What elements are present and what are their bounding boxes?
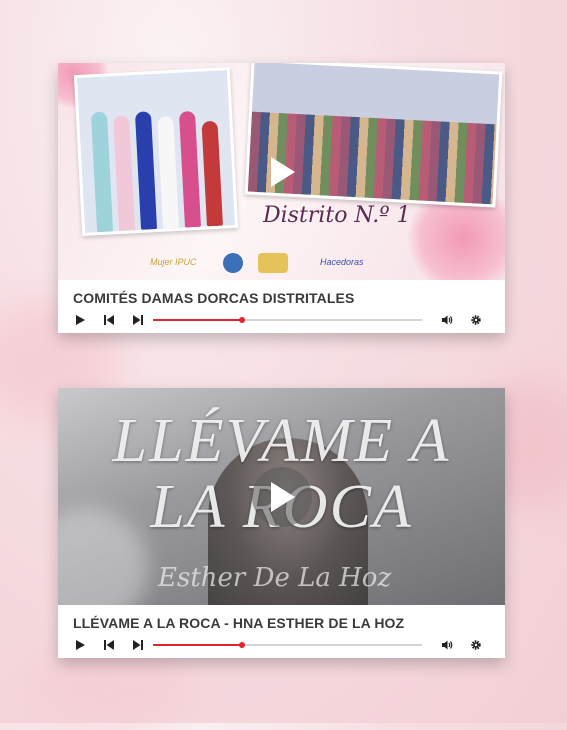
play-icon <box>270 156 295 187</box>
progress-fill <box>153 644 242 646</box>
person-figure <box>178 110 201 228</box>
person-figure <box>157 116 180 229</box>
player-info-bar: LLÉVAME A LA ROCA - HNA ESTHER DE LA HOZ <box>58 605 505 658</box>
next-track-icon <box>133 640 143 650</box>
video-player-1: Distrito N.º 1 Mujer IPUC Hacedoras COMI… <box>58 63 505 333</box>
volume-button[interactable] <box>439 637 455 653</box>
play-icon <box>270 481 295 512</box>
progress-slider[interactable] <box>153 317 422 323</box>
settings-button[interactable] <box>468 637 484 653</box>
progress-handle[interactable] <box>238 317 245 323</box>
previous-track-icon <box>104 640 114 650</box>
play-overlay-button[interactable] <box>252 142 312 202</box>
settings-button[interactable] <box>468 312 484 328</box>
previous-button[interactable] <box>101 637 117 653</box>
video-player-2: LLÉVAME A LA ROCA Esther De La Hoz LLÉVA… <box>58 388 505 658</box>
logo-hacedoras: Hacedoras <box>320 257 364 267</box>
next-track-icon <box>133 315 143 325</box>
person-figure <box>201 120 223 227</box>
progress-slider[interactable] <box>153 642 422 648</box>
district-script-text: Distrito N.º 1 <box>263 203 411 228</box>
logo-mujer-ipuc: Mujer IPUC <box>150 257 197 267</box>
play-icon <box>76 315 85 325</box>
next-button[interactable] <box>130 312 146 328</box>
logo-emblem <box>223 253 243 273</box>
next-button[interactable] <box>130 637 146 653</box>
progress-fill <box>153 319 242 321</box>
track-title: COMITÉS DAMAS DORCAS DISTRITALES <box>73 290 355 306</box>
person-figure <box>134 111 158 230</box>
settings-gear-icon <box>471 640 481 650</box>
group-photo-small <box>73 67 239 236</box>
progress-handle[interactable] <box>238 642 245 648</box>
artist-signature: Esther De La Hoz <box>158 563 392 593</box>
previous-button[interactable] <box>101 312 117 328</box>
video-thumbnail[interactable]: Distrito N.º 1 Mujer IPUC Hacedoras <box>58 63 505 280</box>
volume-icon <box>442 315 453 325</box>
volume-icon <box>442 640 453 650</box>
video-thumbnail[interactable]: LLÉVAME A LA ROCA Esther De La Hoz <box>58 388 505 605</box>
play-icon <box>76 640 85 650</box>
volume-button[interactable] <box>439 312 455 328</box>
player-info-bar: COMITÉS DAMAS DORCAS DISTRITALES <box>58 280 505 333</box>
previous-track-icon <box>104 315 114 325</box>
play-button[interactable] <box>72 637 88 653</box>
play-overlay-button[interactable] <box>251 466 312 527</box>
person-figure <box>90 111 114 233</box>
play-button[interactable] <box>72 312 88 328</box>
person-figure <box>113 115 136 232</box>
track-title: LLÉVAME A LA ROCA - HNA ESTHER DE LA HOZ <box>73 615 405 631</box>
settings-gear-icon <box>471 315 481 325</box>
logo-emblem <box>258 253 288 273</box>
